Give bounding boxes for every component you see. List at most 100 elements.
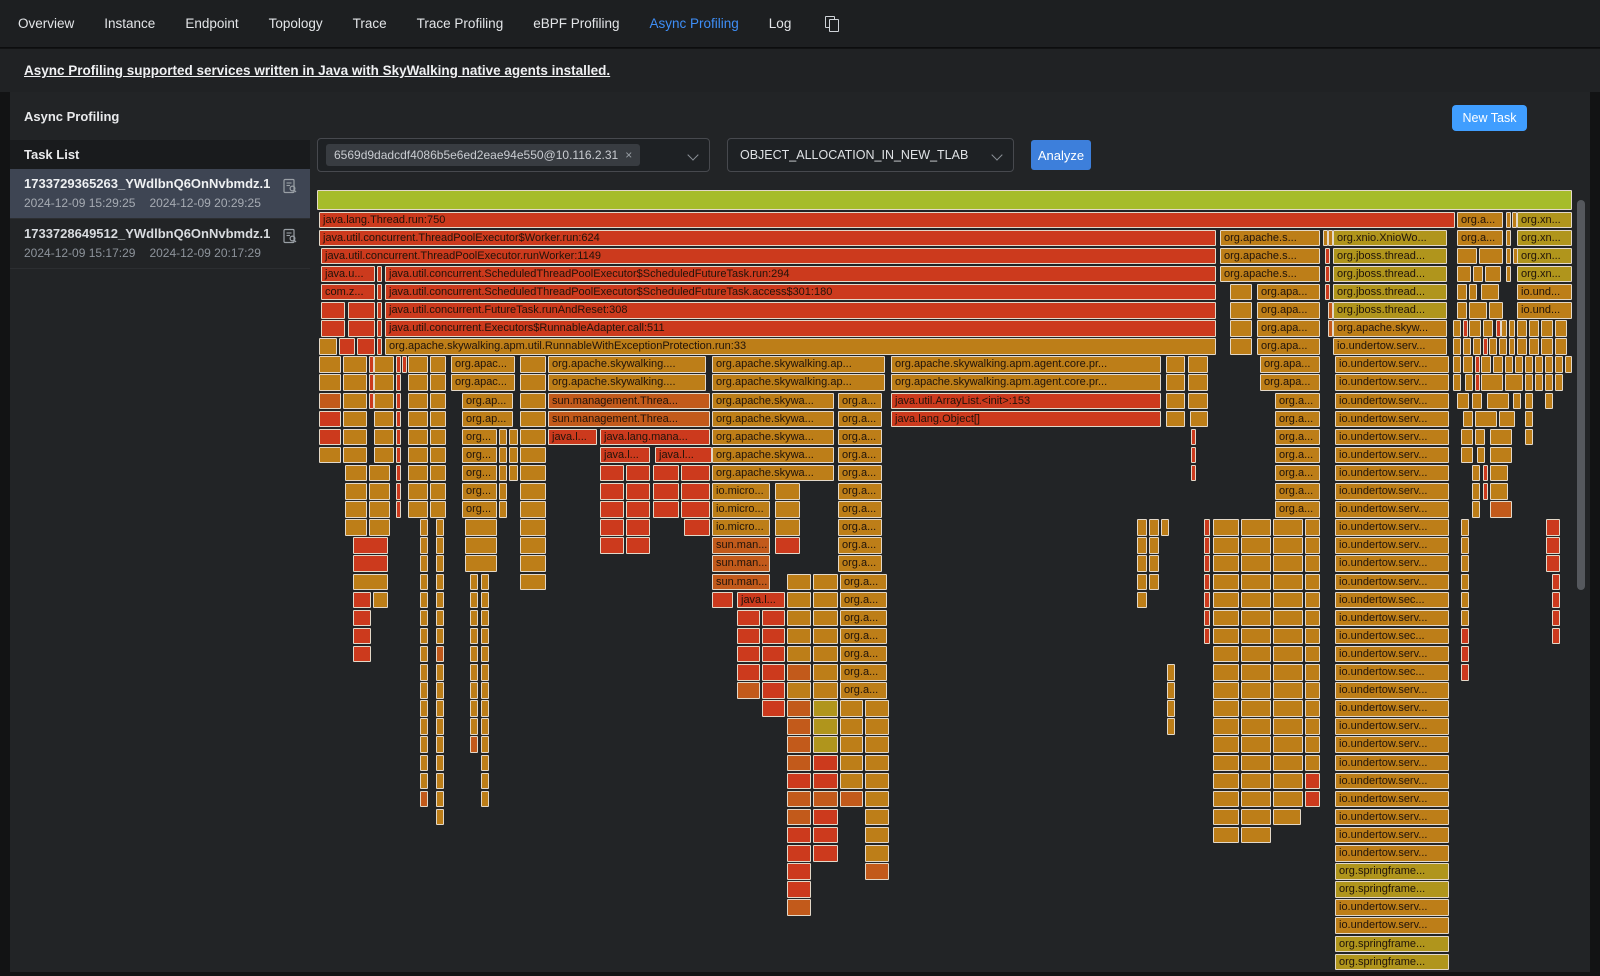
flame-cell[interactable] — [1461, 610, 1469, 627]
flame-cell[interactable] — [762, 682, 785, 699]
flame-cell[interactable]: org.a... — [840, 592, 887, 609]
flame-cell[interactable]: org.xnio.XnioWo... — [1333, 230, 1447, 247]
flame-cell[interactable]: org.a... — [838, 519, 882, 536]
flame-cell[interactable] — [408, 483, 428, 500]
flame-cell[interactable] — [775, 501, 800, 518]
flame-cell[interactable] — [1457, 266, 1471, 283]
flame-cell[interactable] — [520, 501, 546, 518]
flame-cell[interactable] — [1461, 429, 1473, 446]
flame-cell[interactable]: org.jboss.thread... — [1333, 284, 1447, 301]
flame-cell[interactable]: org.ap... — [462, 411, 513, 428]
flame-cell[interactable] — [787, 574, 811, 591]
flame-cell[interactable]: org.a... — [840, 574, 887, 591]
flame-cell[interactable] — [1305, 664, 1320, 681]
flame-cell[interactable]: org.jboss.thread... — [1333, 266, 1447, 283]
flame-cell[interactable] — [1213, 646, 1239, 663]
flame-cell[interactable] — [787, 592, 811, 609]
flame-cell[interactable] — [348, 320, 375, 337]
flame-cell[interactable] — [1483, 465, 1488, 482]
flame-cell[interactable] — [840, 736, 863, 753]
flame-cell[interactable]: sun.management.Threa... — [548, 393, 710, 410]
flame-cell[interactable] — [377, 284, 382, 301]
flame-cell[interactable]: org.a... — [840, 664, 887, 681]
flame-cell[interactable] — [1489, 302, 1503, 319]
flame-cell[interactable]: org.apache.skywa... — [712, 429, 834, 446]
flame-cell[interactable] — [1213, 537, 1239, 554]
flame-cell[interactable] — [1541, 338, 1553, 355]
flame-cell[interactable] — [1465, 374, 1473, 391]
flame-cell[interactable] — [813, 809, 838, 826]
flame-cell[interactable] — [1305, 773, 1320, 790]
flame-cell[interactable] — [1273, 755, 1303, 772]
flame-cell[interactable] — [775, 519, 800, 536]
flame-cell[interactable] — [1490, 501, 1512, 518]
flame-cell[interactable]: org.apache.skywalking.... — [548, 374, 706, 391]
flame-cell[interactable]: org.apache.skywa... — [712, 447, 834, 464]
flame-cell[interactable] — [1230, 338, 1252, 355]
flame-cell[interactable] — [1273, 682, 1303, 699]
flame-cell[interactable]: org.jboss.thread... — [1333, 248, 1447, 265]
flame-cell[interactable] — [339, 338, 355, 355]
flame-cell[interactable] — [653, 483, 679, 500]
flame-cell[interactable] — [481, 682, 489, 699]
flame-cell[interactable] — [430, 447, 446, 464]
analyze-button[interactable]: Analyze — [1031, 140, 1091, 170]
flame-cell[interactable] — [1213, 610, 1239, 627]
flame-cell[interactable] — [1546, 555, 1560, 572]
flame-cell[interactable] — [1535, 374, 1543, 391]
flame-cell[interactable] — [762, 628, 785, 645]
flame-cell[interactable] — [737, 610, 760, 627]
flame-cell[interactable] — [1509, 320, 1515, 337]
flame-cell[interactable] — [1475, 411, 1497, 428]
flame-cell[interactable] — [1305, 736, 1320, 753]
flame-cell[interactable]: org.apac... — [451, 356, 515, 373]
flame-cell[interactable] — [813, 700, 838, 717]
flame-cell[interactable] — [430, 465, 446, 482]
flame-cell[interactable] — [420, 646, 428, 663]
flame-cell[interactable] — [1273, 592, 1303, 609]
flame-cell[interactable] — [1305, 700, 1320, 717]
flame-cell[interactable] — [653, 501, 679, 518]
flame-cell[interactable]: org.xn... — [1517, 230, 1572, 247]
flame-cell[interactable] — [481, 791, 489, 808]
flame-cell[interactable] — [787, 755, 811, 772]
flame-cell[interactable]: com.z... — [321, 284, 375, 301]
flame-cell[interactable] — [408, 429, 428, 446]
flame-cell[interactable]: sun.management.Threa... — [548, 411, 710, 428]
flame-cell[interactable] — [481, 736, 489, 753]
flame-cell[interactable] — [1461, 574, 1469, 591]
flame-cell[interactable] — [420, 610, 428, 627]
flame-cell[interactable] — [1305, 537, 1320, 554]
flame-cell[interactable]: org.springframe... — [1335, 954, 1449, 970]
flame-cell[interactable] — [865, 827, 889, 844]
flame-cell[interactable]: sun.man... — [712, 555, 770, 572]
flame-cell[interactable] — [681, 501, 710, 518]
flame-cell[interactable] — [1161, 519, 1169, 536]
flame-cell[interactable]: io.undertow.serv... — [1335, 773, 1449, 790]
flame-cell[interactable]: org.apache.skywalking.ap... — [712, 356, 885, 373]
flame-cell[interactable] — [343, 411, 367, 428]
flame-cell[interactable]: org.a... — [840, 628, 887, 645]
flame-cell[interactable] — [1273, 718, 1303, 735]
flame-cell[interactable] — [600, 519, 624, 536]
flame-cell[interactable] — [1213, 628, 1239, 645]
flame-cell[interactable] — [1487, 393, 1509, 410]
flame-cell[interactable] — [1241, 736, 1271, 753]
flame-cell[interactable] — [481, 574, 489, 591]
flame-cell[interactable]: org.apache.skywa... — [712, 411, 834, 428]
flame-cell[interactable] — [481, 664, 489, 681]
flame-cell[interactable] — [1453, 374, 1461, 391]
flame-cell[interactable] — [1472, 393, 1482, 410]
flame-cell[interactable]: org... — [462, 483, 497, 500]
flame-cell[interactable] — [420, 755, 428, 772]
nav-item-trace-profiling[interactable]: Trace Profiling — [417, 16, 504, 31]
flame-cell[interactable] — [1204, 555, 1210, 572]
flame-cell[interactable]: java.l... — [655, 447, 712, 464]
flame-cell[interactable] — [430, 374, 446, 391]
flame-cell[interactable] — [1190, 411, 1208, 428]
flame-cell[interactable] — [420, 555, 428, 572]
flame-cell[interactable] — [1149, 537, 1159, 554]
flame-cell[interactable] — [470, 646, 478, 663]
flame-cell[interactable]: io.undertow.serv... — [1335, 356, 1449, 373]
flame-cell[interactable]: io.undertow.serv... — [1335, 700, 1449, 717]
